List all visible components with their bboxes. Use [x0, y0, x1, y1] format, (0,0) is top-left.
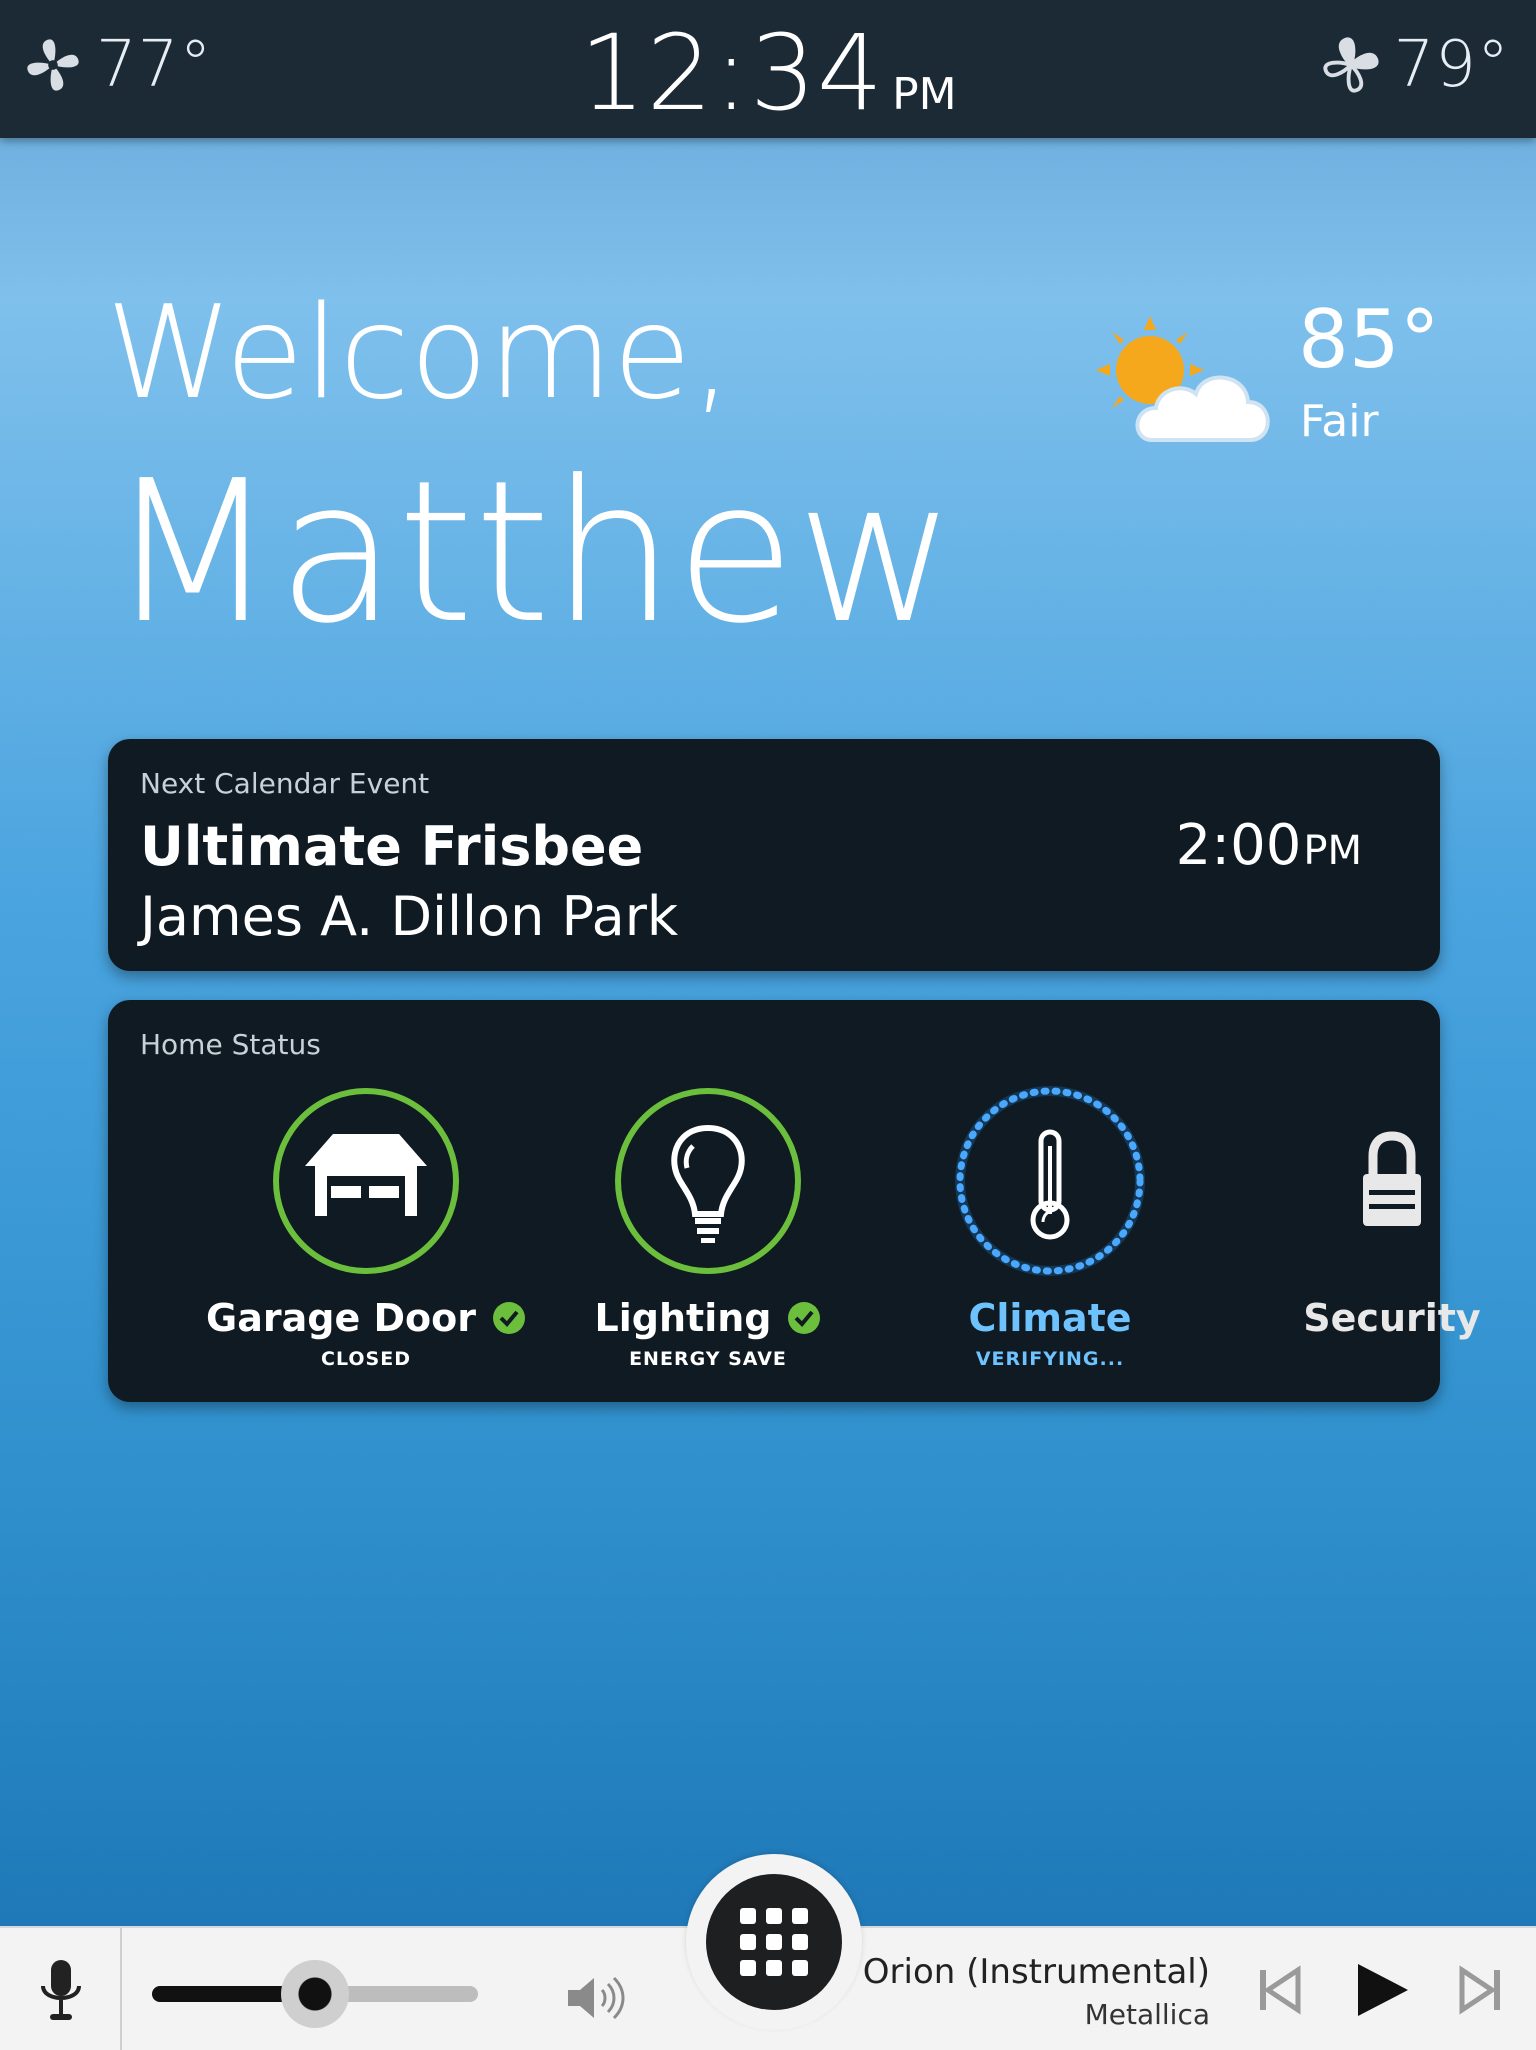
check-circle-icon	[788, 1302, 821, 1334]
status-climate[interactable]: Climate VERIFYING...	[890, 1086, 1210, 1370]
status-title-row: Lighting	[548, 1296, 868, 1340]
status-lighting[interactable]: Lighting ENERGY SAVE	[548, 1086, 868, 1370]
weather-temperature: 85°	[1298, 293, 1440, 386]
event-time-ampm: PM	[1303, 828, 1362, 874]
calendar-card-label: Next Calendar Event	[140, 767, 430, 800]
garage-icon	[305, 1134, 427, 1216]
next-track-icon[interactable]	[1458, 1964, 1504, 2016]
status-title: Security	[1303, 1296, 1481, 1340]
status-garage-door[interactable]: Garage Door CLOSED	[206, 1086, 526, 1370]
clock: 12:34 PM	[0, 12, 1536, 134]
event-title: Ultimate Frisbee	[140, 815, 644, 878]
grid-icon	[740, 1908, 808, 1976]
event-time: 2:00PM	[1176, 813, 1362, 878]
status-title: Climate	[968, 1296, 1132, 1340]
zone-right-temp-value: 79°	[1393, 28, 1510, 102]
status-subtitle: CLOSED	[321, 1348, 411, 1370]
status-subtitle: ENERGY SAVE	[629, 1348, 787, 1370]
home-status-card: Home Status Garage Door CLOSED Lighting …	[108, 1000, 1481, 1402]
volume-slider-thumb[interactable]	[281, 1960, 349, 2028]
thermometer-icon	[1030, 1129, 1070, 1240]
home-button-wrapper	[686, 1854, 862, 2030]
lightbulb-icon	[671, 1124, 745, 1243]
status-subtitle: VERIFYING...	[975, 1348, 1125, 1370]
now-playing[interactable]: Orion (Instrumental) Metallica	[863, 1952, 1210, 2031]
status-bar: 77° 12:34 PM 79°	[0, 0, 1536, 138]
track-title: Orion (Instrumental)	[862, 1952, 1210, 1992]
welcome-text: Welcome,	[106, 279, 733, 428]
home-status-label: Home Status	[140, 1028, 321, 1061]
status-title-row: Climate	[890, 1296, 1210, 1340]
event-time-value: 2:00	[1175, 813, 1302, 878]
check-circle-icon	[492, 1302, 525, 1334]
fan-icon	[1323, 37, 1379, 93]
app-grid-button[interactable]	[706, 1874, 842, 2010]
status-title-row: Security	[1232, 1296, 1536, 1340]
track-artist: Metallica	[1084, 1998, 1210, 2031]
zone-right-temperature[interactable]: 79°	[1322, 28, 1510, 102]
user-name: Matthew	[108, 439, 957, 667]
clock-ampm: PM	[892, 69, 957, 120]
volume-slider[interactable]	[152, 1960, 478, 2028]
event-location: James A. Dillon Park	[140, 885, 679, 948]
play-icon[interactable]	[1352, 1960, 1412, 2020]
clock-time: 12:34	[579, 12, 885, 134]
divider	[120, 1928, 122, 2050]
lock-icon	[1363, 1131, 1421, 1226]
status-title: Garage Door	[206, 1296, 476, 1340]
status-security[interactable]: Security	[1232, 1086, 1536, 1348]
status-title: Lighting	[594, 1296, 772, 1340]
status-title-row: Garage Door	[206, 1296, 526, 1340]
partly-sunny-icon[interactable]	[1090, 310, 1290, 460]
previous-track-icon[interactable]	[1256, 1964, 1302, 2016]
speaker-icon[interactable]	[564, 1972, 630, 2024]
microphone-icon[interactable]	[36, 1958, 86, 2024]
weather-condition: Fair	[1300, 396, 1379, 447]
calendar-card[interactable]: Next Calendar Event Ultimate Frisbee Jam…	[108, 739, 1440, 971]
